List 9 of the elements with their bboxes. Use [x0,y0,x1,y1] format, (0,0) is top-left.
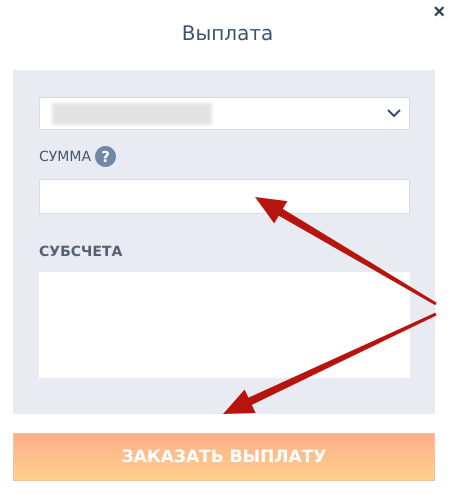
amount-field[interactable] [39,179,410,214]
subaccounts-label: СУБСЧЕТА [39,244,122,260]
chevron-down-icon [387,109,401,118]
close-button[interactable]: × [429,2,449,22]
dialog-title: Выплата [182,21,274,45]
help-icon[interactable]: ? [95,146,116,167]
amount-label: СУММА [39,148,92,164]
account-select[interactable] [39,97,410,130]
subaccounts-field[interactable] [39,272,410,378]
